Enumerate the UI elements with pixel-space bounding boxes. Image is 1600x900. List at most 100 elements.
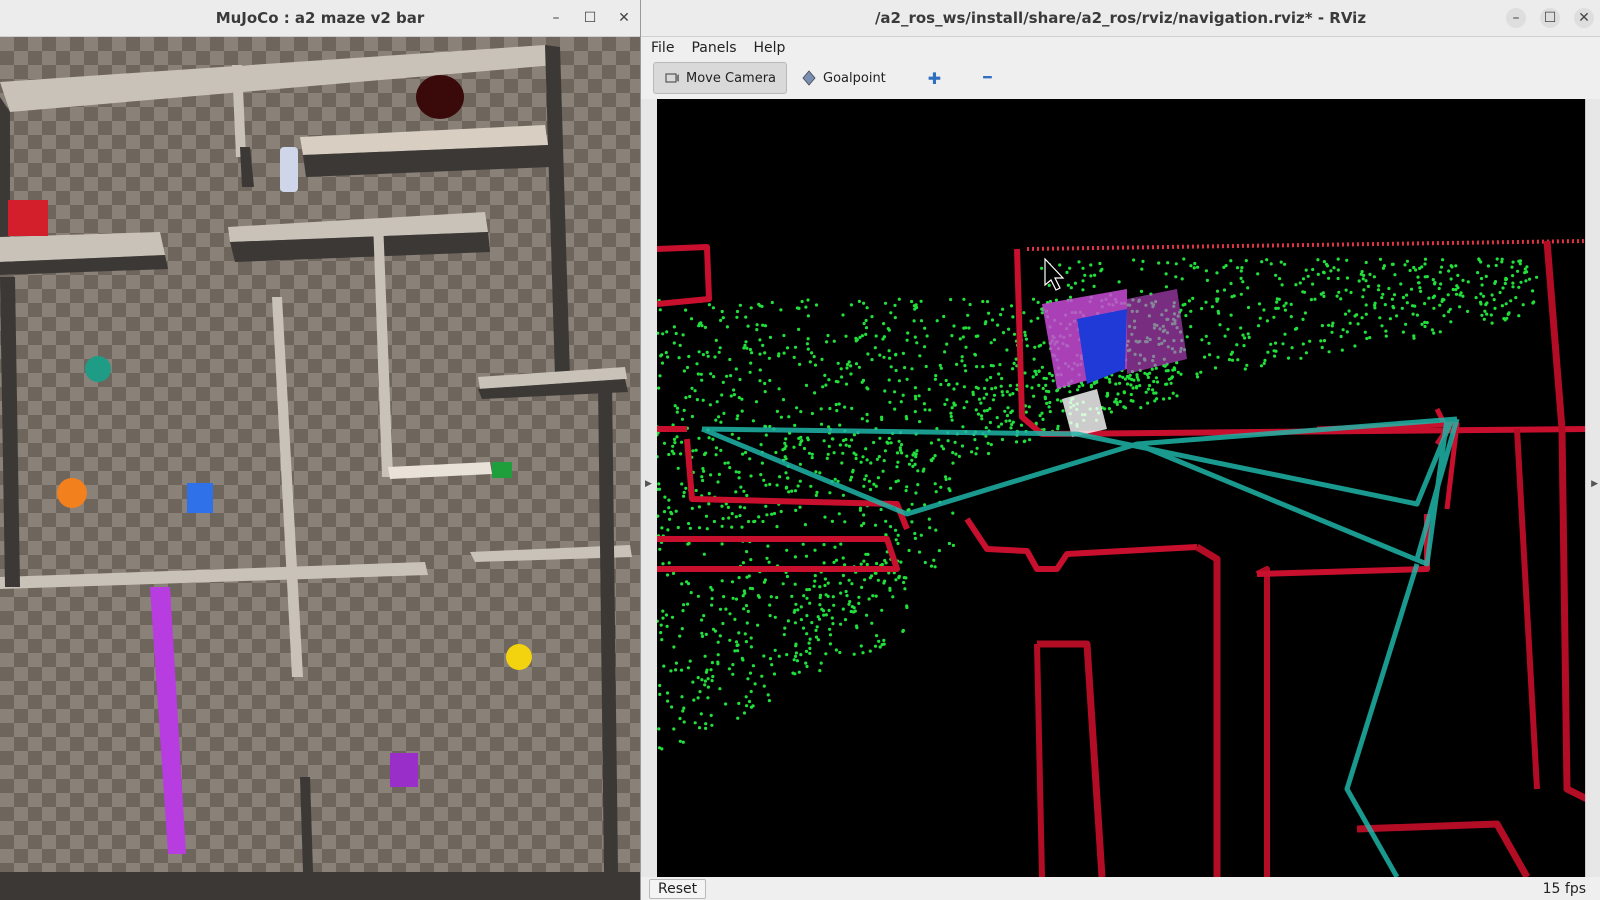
pointcloud-point bbox=[999, 422, 1003, 426]
pointcloud-point bbox=[1033, 369, 1037, 373]
pointcloud-point bbox=[726, 505, 730, 509]
pointcloud-point bbox=[1417, 281, 1421, 285]
pointcloud-point bbox=[1399, 282, 1403, 286]
pointcloud-point bbox=[737, 476, 741, 480]
pointcloud-point bbox=[1208, 353, 1212, 357]
pointcloud-point bbox=[874, 484, 878, 488]
pointcloud-point bbox=[716, 480, 720, 484]
add-tool-button[interactable]: ✚ bbox=[918, 62, 951, 94]
pointcloud-point bbox=[738, 377, 742, 382]
pointcloud-point bbox=[835, 409, 839, 413]
pointcloud-point bbox=[716, 640, 720, 644]
reset-button[interactable]: Reset bbox=[649, 878, 707, 899]
right-panel-splitter[interactable]: ▶ bbox=[1585, 99, 1600, 877]
mujoco-3d-viewport[interactable] bbox=[0, 37, 640, 900]
pointcloud-point bbox=[905, 485, 909, 489]
pointcloud-point bbox=[979, 401, 983, 405]
status-bar: Reset 15 fps bbox=[641, 877, 1600, 900]
pointcloud-point bbox=[805, 632, 809, 636]
pointcloud-point bbox=[661, 609, 665, 613]
expand-right-icon[interactable]: ▶ bbox=[1591, 479, 1598, 489]
pointcloud-point bbox=[983, 322, 987, 326]
close-icon[interactable]: ✕ bbox=[614, 8, 634, 28]
remove-tool-button[interactable]: ━ bbox=[973, 62, 1001, 94]
maximize-icon[interactable]: ☐ bbox=[1540, 8, 1560, 28]
pointcloud-point bbox=[1415, 313, 1419, 317]
pointcloud-point bbox=[785, 574, 789, 579]
pointcloud-point bbox=[757, 302, 761, 306]
pointcloud-point bbox=[1454, 292, 1459, 296]
pointcloud-point bbox=[889, 486, 893, 490]
pointcloud-point bbox=[1034, 372, 1038, 376]
pointcloud-point bbox=[660, 353, 664, 357]
pointcloud-point bbox=[864, 332, 868, 336]
minimize-icon[interactable]: – bbox=[546, 8, 566, 28]
pointcloud-point bbox=[1382, 264, 1386, 268]
goalpoint-tool[interactable]: Goalpoint bbox=[791, 62, 896, 94]
pointcloud-point bbox=[1226, 327, 1230, 331]
pointcloud-point bbox=[919, 533, 923, 537]
pointcloud-point bbox=[804, 661, 808, 665]
pointcloud-point bbox=[810, 621, 814, 625]
move-camera-tool[interactable]: Move Camera bbox=[653, 62, 788, 94]
pointcloud-point bbox=[1098, 261, 1102, 266]
menu-panels[interactable]: Panels bbox=[691, 40, 745, 56]
pointcloud-point bbox=[1431, 295, 1435, 300]
pointcloud-point bbox=[819, 422, 824, 426]
pointcloud-point bbox=[669, 510, 673, 514]
tools-toolbar: Move Camera Goalpoint ✚ ━ bbox=[653, 60, 1600, 96]
pointcloud-point bbox=[705, 527, 709, 531]
mujoco-titlebar[interactable]: MuJoCo : a2 maze v2 bar – ☐ ✕ bbox=[0, 0, 640, 37]
pointcloud-point bbox=[707, 303, 711, 307]
pointcloud-point bbox=[691, 680, 695, 684]
pointcloud-point bbox=[1246, 286, 1250, 290]
expand-left-icon[interactable]: ▶ bbox=[645, 479, 652, 489]
pointcloud-point bbox=[1048, 400, 1052, 405]
left-panel-splitter[interactable]: ▶ bbox=[641, 99, 658, 877]
pointcloud-point bbox=[1132, 258, 1136, 262]
pointcloud-point bbox=[1009, 304, 1014, 308]
pointcloud-point bbox=[1066, 283, 1070, 287]
pointcloud-point bbox=[687, 354, 691, 359]
pointcloud-point bbox=[1427, 296, 1431, 300]
pointcloud-point bbox=[1372, 275, 1376, 279]
pointcloud-point bbox=[1008, 419, 1012, 423]
pointcloud-point bbox=[1213, 366, 1218, 370]
menu-file[interactable]: File bbox=[651, 40, 683, 56]
pointcloud-point bbox=[860, 585, 864, 589]
pointcloud-point bbox=[790, 594, 794, 598]
pointcloud-point bbox=[944, 378, 948, 383]
pointcloud-point bbox=[711, 627, 716, 631]
pointcloud-point bbox=[1243, 367, 1247, 371]
pointcloud-point bbox=[997, 425, 1001, 429]
pointcloud-point bbox=[874, 594, 878, 598]
maximize-icon[interactable]: ☐ bbox=[580, 8, 600, 28]
pointcloud-point bbox=[742, 489, 746, 493]
pointcloud-point bbox=[700, 618, 704, 622]
close-icon[interactable]: ✕ bbox=[1574, 8, 1594, 28]
pointcloud-point bbox=[834, 648, 838, 652]
pointcloud-point bbox=[913, 386, 917, 390]
pointcloud-point bbox=[1245, 363, 1249, 367]
minimize-icon[interactable]: – bbox=[1506, 8, 1526, 28]
menu-help[interactable]: Help bbox=[754, 40, 795, 56]
pointcloud-point bbox=[1239, 292, 1243, 296]
pointcloud-point bbox=[1302, 290, 1307, 294]
pointcloud-point bbox=[742, 607, 746, 611]
pointcloud-point bbox=[857, 299, 861, 303]
pointcloud-point bbox=[912, 451, 916, 455]
rviz-3d-viewport[interactable] bbox=[657, 99, 1587, 877]
pointcloud-point bbox=[913, 394, 917, 398]
pointcloud-point bbox=[1054, 298, 1058, 302]
rviz-titlebar[interactable]: /a2_ros_ws/install/share/a2_ros/rviz/nav… bbox=[641, 0, 1600, 37]
pointcloud-point bbox=[1155, 397, 1159, 401]
pointcloud-point bbox=[827, 425, 831, 429]
pointcloud-point bbox=[705, 668, 709, 672]
pointcloud-point bbox=[662, 441, 667, 445]
pointcloud-point bbox=[1131, 399, 1135, 403]
pointcloud-point bbox=[666, 528, 670, 532]
pointcloud-point bbox=[739, 485, 743, 489]
pointcloud-point bbox=[682, 369, 686, 373]
pointcloud-point bbox=[793, 672, 797, 676]
pointcloud-point bbox=[786, 619, 790, 623]
